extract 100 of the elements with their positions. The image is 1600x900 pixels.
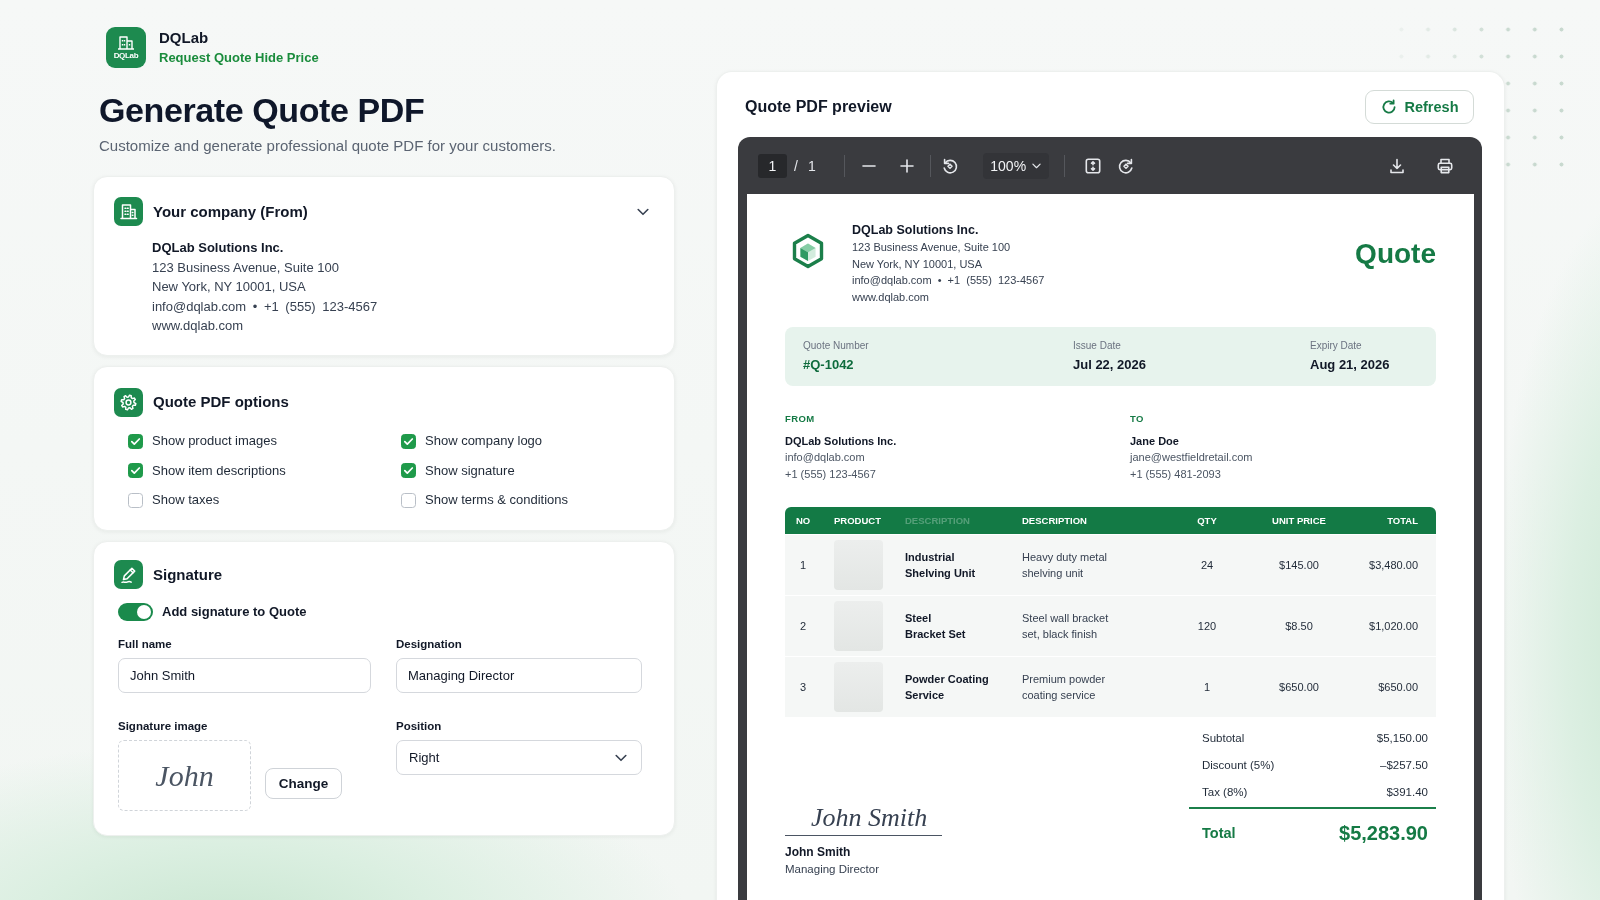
- chevron-down-icon: [615, 753, 627, 762]
- app-tagline: Request Quote Hide Price: [159, 50, 319, 66]
- total-value: –$257.50: [1380, 757, 1428, 772]
- signature-text: John: [155, 757, 214, 794]
- checkbox-label: Show company logo: [425, 433, 543, 450]
- text-field[interactable]: Managing Director: [396, 658, 642, 693]
- address-line: New York, NY 10001, USA: [852, 256, 984, 272]
- text-field[interactable]: John Smith: [118, 658, 371, 693]
- contact-line: info@dqlab.com • +1 (555) 123-4567: [152, 297, 379, 316]
- page-title: Generate Quote PDF: [98, 90, 426, 130]
- table-cell-text: 120: [1196, 619, 1218, 634]
- company-name: DQLab Solutions Inc.: [152, 239, 285, 257]
- website-text: www.dqlab.com: [852, 289, 931, 305]
- building-icon: [114, 197, 143, 226]
- toggle-label: Add signature to Quote: [162, 604, 307, 620]
- party-heading: FROM: [785, 413, 816, 424]
- total-label: Subtotal: [1202, 730, 1245, 745]
- table-cell-text: Steel wall bracket set, black finish: [1022, 611, 1110, 642]
- table-cell-text: 1: [1202, 680, 1212, 695]
- plus-icon[interactable]: [897, 156, 916, 175]
- party-email: jane@westfieldretail.com: [1130, 450, 1254, 465]
- checkbox-label: Show item descriptions: [152, 462, 286, 479]
- total-value: $391.40: [1386, 784, 1428, 799]
- card-title: Signature: [153, 564, 223, 585]
- table-cell-text: $145.00: [1278, 558, 1320, 573]
- total-value: $5,150.00: [1376, 730, 1428, 745]
- meta-value: Jul 22, 2026: [1073, 357, 1147, 373]
- column-header: DESCRIPTION: [1022, 514, 1088, 527]
- table-cell-text: Steel Bracket Set: [905, 611, 967, 642]
- address-line: 123 Business Avenue, Suite 100: [852, 240, 1012, 255]
- change-button[interactable]: Change: [265, 768, 342, 799]
- total-label: Tax (8%): [1202, 784, 1248, 799]
- checkbox-label: Show taxes: [152, 492, 220, 509]
- rotate-right-icon[interactable]: [1116, 156, 1135, 175]
- signer-role: Managing Director: [785, 862, 880, 877]
- chevron-down-icon[interactable]: [637, 207, 649, 216]
- party-name: DQLab Solutions Inc.: [785, 434, 898, 449]
- checkbox[interactable]: [128, 433, 143, 449]
- document-title: Quote: [1355, 237, 1436, 271]
- table-cell-text: $1,020.00: [1368, 619, 1419, 634]
- gear-icon: [114, 387, 143, 417]
- signature-upload-box[interactable]: John: [118, 740, 251, 811]
- address-line: 123 Business Avenue, Suite 100: [152, 258, 340, 277]
- column-header: QTY: [1196, 514, 1218, 527]
- party-phone: +1 (555) 481-2093: [1130, 466, 1222, 482]
- party-heading: TO: [1130, 413, 1145, 424]
- checkbox-label: Show product images: [152, 433, 277, 450]
- download-icon[interactable]: [1388, 156, 1406, 175]
- refresh-button[interactable]: Refresh: [1365, 90, 1474, 124]
- table-cell-text: 3: [799, 680, 808, 695]
- checkbox[interactable]: [128, 463, 143, 479]
- pen-icon: [114, 560, 143, 589]
- field-label: Position: [396, 719, 443, 733]
- page-separator: /: [794, 156, 798, 175]
- field-label: Full name: [118, 637, 173, 651]
- table-cell-text: $650.00: [1278, 680, 1320, 695]
- party-name: Jane Doe: [1130, 434, 1180, 449]
- table-cell-text: $3,480.00: [1368, 558, 1419, 573]
- table-cell-text: 2: [799, 619, 808, 634]
- checkbox[interactable]: [401, 492, 416, 508]
- print-icon[interactable]: [1436, 156, 1454, 175]
- table-cell-text: Industrial Shelving Unit: [905, 550, 977, 581]
- toggle-switch[interactable]: [118, 603, 153, 621]
- field-label: Designation: [396, 637, 463, 651]
- contact-line: info@dqlab.com • +1 (555) 123-4567: [852, 273, 1045, 288]
- checkbox[interactable]: [401, 463, 416, 479]
- fit-page-icon[interactable]: [1083, 156, 1102, 175]
- position-select[interactable]: Right: [396, 740, 642, 775]
- checkbox-label: Show signature: [425, 462, 515, 479]
- page-number-field[interactable]: 1: [758, 153, 787, 178]
- page-subtitle: Customize and generate professional quote PDF for your customers.: [98, 136, 557, 156]
- address-line: New York, NY 10001, USA: [152, 278, 307, 296]
- meta-value: Aug 21, 2026: [1310, 357, 1391, 373]
- checkbox[interactable]: [128, 492, 143, 508]
- meta-label: Issue Date: [1073, 339, 1122, 352]
- field-label: Signature image: [118, 719, 209, 733]
- signer-name: John Smith: [785, 844, 852, 860]
- party-phone: +1 (555) 123-4567: [785, 466, 877, 482]
- zoom-select[interactable]: 100%: [982, 152, 1049, 179]
- table-cell-text: Powder Coating Service: [905, 672, 990, 703]
- table-cell-text: 1: [799, 558, 808, 573]
- column-header: NO: [795, 514, 812, 527]
- column-header: TOTAL: [1386, 514, 1419, 527]
- table-cell-text: Premium powder coating service: [1022, 672, 1107, 703]
- chevron-down-icon: [1032, 162, 1042, 169]
- page-count: 1: [807, 156, 816, 175]
- grand-total-label: Total: [1202, 824, 1236, 842]
- meta-label: Expiry Date: [1310, 339, 1363, 352]
- table-cell-text: 24: [1199, 558, 1215, 573]
- table-cell-text: Heavy duty metal shelving unit: [1022, 550, 1108, 581]
- column-header: PRODUCT: [834, 514, 882, 527]
- company-name: DQLab Solutions Inc.: [852, 222, 980, 239]
- total-label: Discount (5%): [1202, 757, 1275, 772]
- column-header: UNIT PRICE: [1271, 514, 1327, 527]
- checkbox[interactable]: [401, 433, 416, 449]
- app-name: DQLab: [159, 29, 210, 47]
- logo-text: DQLab: [113, 51, 139, 60]
- table-cell-text: $8.50: [1284, 619, 1314, 634]
- cube-logo-icon: [791, 233, 825, 269]
- checkbox-label: Show terms & conditions: [425, 492, 569, 509]
